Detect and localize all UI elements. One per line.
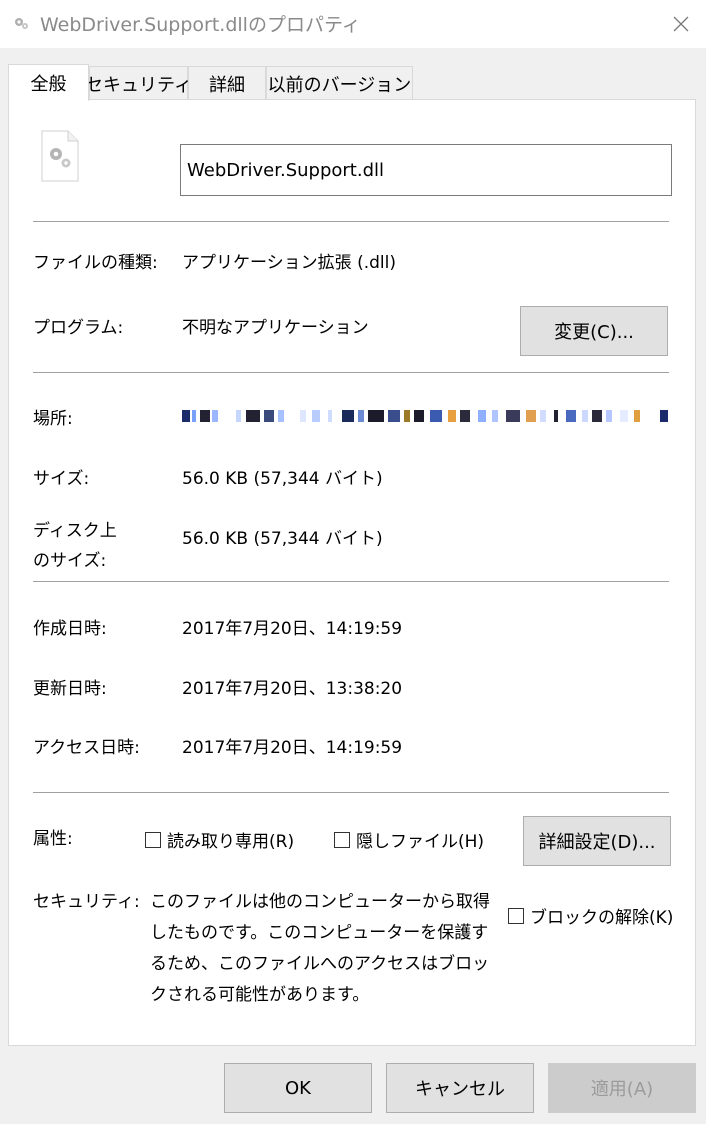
ok-button[interactable]: OK	[224, 1063, 372, 1113]
size-label: サイズ:	[33, 469, 90, 489]
size-on-disk-label-line2: のサイズ:	[33, 551, 107, 571]
unblock-checkbox-label: ブロックの解除(K)	[530, 908, 674, 928]
tab-security[interactable]: セキュリティ	[85, 66, 192, 100]
cancel-button-label: キャンセル	[415, 1079, 505, 1100]
created-value: 2017年7月20日、14:19:59	[182, 619, 403, 639]
size-on-disk-value: 56.0 KB (57,344 バイト)	[182, 529, 383, 549]
created-label: 作成日時:	[33, 619, 107, 639]
close-button[interactable]	[656, 0, 706, 48]
modified-value: 2017年7月20日、13:38:20	[182, 679, 403, 699]
change-program-button[interactable]: 変更(C)...	[520, 306, 668, 356]
window-title: WebDriver.Support.dllのプロパティ	[40, 14, 361, 36]
file-name-input[interactable]	[180, 144, 672, 196]
hidden-checkbox[interactable]: 隠しファイル(H)	[334, 827, 484, 852]
size-on-disk-label-line1: ディスク上	[33, 521, 117, 541]
file-type-label: ファイルの種類:	[33, 253, 158, 273]
file-type-value: アプリケーション拡張 (.dll)	[182, 253, 396, 273]
advanced-attributes-button[interactable]: 詳細設定(D)...	[523, 816, 671, 866]
modified-label: 更新日時:	[33, 679, 107, 699]
readonly-checkbox-box[interactable]	[145, 831, 161, 848]
readonly-checkbox-label: 読み取り専用(R)	[167, 832, 295, 852]
location-value-obscured	[182, 406, 670, 428]
hidden-checkbox-label: 隠しファイル(H)	[356, 832, 485, 852]
advanced-attributes-button-label: 詳細設定(D)...	[538, 832, 656, 853]
title-bar: WebDriver.Support.dllのプロパティ	[0, 0, 706, 48]
location-label: 場所:	[33, 409, 73, 429]
attributes-label: 属性:	[33, 829, 73, 849]
readonly-checkbox[interactable]: 読み取り専用(R)	[145, 827, 294, 852]
dll-file-icon	[40, 130, 80, 182]
cancel-button[interactable]: キャンセル	[386, 1063, 534, 1113]
divider	[33, 372, 669, 373]
divider	[33, 581, 669, 582]
gear-file-icon	[12, 14, 30, 32]
divider	[33, 792, 669, 793]
tab-previous-versions[interactable]: 以前のバージョン	[266, 66, 413, 100]
size-value: 56.0 KB (57,344 バイト)	[182, 469, 383, 489]
unblock-checkbox[interactable]: ブロックの解除(K)	[508, 903, 673, 928]
hidden-checkbox-box[interactable]	[334, 831, 350, 848]
divider	[33, 221, 669, 222]
tab-details[interactable]: 詳細	[188, 66, 266, 100]
change-program-button-label: 変更(C)...	[554, 322, 634, 343]
accessed-label: アクセス日時:	[33, 738, 140, 758]
accessed-value: 2017年7月20日、14:19:59	[182, 738, 403, 758]
tab-general[interactable]: 全般	[8, 64, 89, 101]
close-icon	[673, 16, 689, 32]
program-value: 不明なアプリケーション	[182, 318, 369, 338]
apply-button[interactable]: 適用(A)	[548, 1063, 696, 1113]
security-message: このファイルは他のコンピューターから取得したものです。このコンピューターを保護す…	[150, 892, 490, 1005]
ok-button-label: OK	[285, 1077, 311, 1099]
program-label: プログラム:	[33, 318, 124, 338]
security-label: セキュリティ:	[33, 892, 140, 912]
apply-button-label: 適用(A)	[590, 1079, 654, 1100]
unblock-checkbox-box[interactable]	[508, 907, 524, 924]
